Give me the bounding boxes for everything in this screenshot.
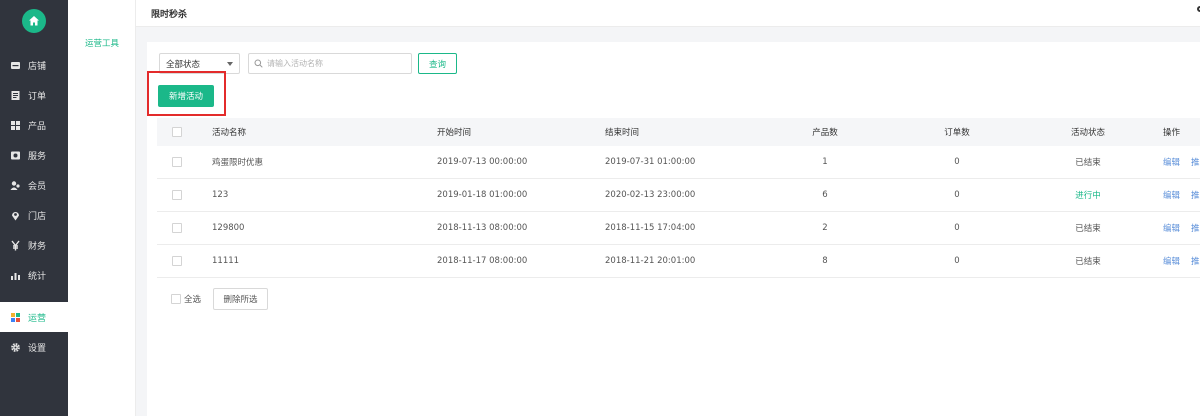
header-orders: 订单数 — [944, 128, 970, 138]
push-link[interactable]: 推 — [1191, 222, 1200, 234]
operations-icon — [10, 312, 21, 323]
sidebar-item-label: 服务 — [28, 151, 47, 162]
cell-orders: 0 — [954, 223, 960, 233]
table-row: 129800 2018-11-13 08:00:00 2018-11-15 17… — [157, 212, 1200, 245]
sidebar-item-orders[interactable]: 订单 — [0, 80, 68, 110]
search-icon — [249, 59, 267, 68]
cell-name: 123 — [212, 190, 229, 200]
edit-link[interactable]: 编辑 — [1163, 189, 1180, 201]
sidebar-item-operations[interactable]: 运营 — [0, 302, 68, 332]
sidebar-item-label: 门店 — [28, 211, 47, 222]
cell-name: 鸡蛋限时优惠 — [212, 158, 264, 168]
cell-status: 进行中 — [1075, 191, 1101, 201]
edit-link[interactable]: 编辑 — [1163, 222, 1180, 234]
add-activity-button[interactable]: 新增活动 — [158, 85, 214, 107]
cell-end: 2018-11-15 17:04:00 — [605, 223, 696, 233]
yen-icon — [10, 240, 21, 251]
sidebar-item-label: 产品 — [28, 121, 47, 132]
main-content: 全部状态 查询 新增活动 活动名称 开始时间 结束时间 产品数 订单数 活动状态… — [147, 42, 1200, 416]
stats-icon — [10, 270, 21, 281]
select-all-label[interactable]: 全选 — [184, 293, 201, 305]
sub-sidebar-item-tools[interactable]: 运营工具 — [85, 37, 119, 49]
cell-status: 已结束 — [1075, 158, 1101, 168]
top-header: 限时秒杀 — [136, 0, 1200, 27]
edit-link[interactable]: 编辑 — [1163, 156, 1180, 168]
cell-orders: 0 — [954, 190, 960, 200]
select-all-checkbox[interactable] — [171, 294, 181, 304]
row-checkbox[interactable] — [172, 157, 182, 167]
cell-end: 2020-02-13 23:00:00 — [605, 190, 696, 200]
sidebar-item-settings[interactable]: 设置 — [0, 332, 68, 362]
header-status: 活动状态 — [1070, 128, 1105, 138]
push-link[interactable]: 推 — [1191, 255, 1200, 267]
table-row: 123 2019-01-18 01:00:00 2020-02-13 23:00… — [157, 179, 1200, 212]
push-link[interactable]: 推 — [1191, 189, 1200, 201]
header-name: 活动名称 — [212, 128, 247, 138]
header-start: 开始时间 — [437, 128, 472, 138]
cell-products: 8 — [822, 256, 828, 266]
cell-products: 6 — [822, 190, 828, 200]
sidebar-item-store[interactable]: 店铺 — [0, 50, 68, 80]
row-checkbox[interactable] — [172, 190, 182, 200]
activity-table: 活动名称 开始时间 结束时间 产品数 订单数 活动状态 操作 鸡蛋限时优惠 20… — [157, 118, 1200, 278]
sidebar-item-members[interactable]: 会员 — [0, 170, 68, 200]
service-icon — [10, 150, 21, 161]
sidebar-item-label: 设置 — [28, 343, 47, 354]
table-row: 11111 2018-11-17 08:00:00 2018-11-21 20:… — [157, 245, 1200, 278]
header-products: 产品数 — [812, 128, 838, 138]
cell-status: 已结束 — [1075, 257, 1101, 267]
cell-products: 1 — [822, 157, 828, 167]
cell-products: 2 — [822, 223, 828, 233]
cell-name: 11111 — [212, 256, 240, 266]
push-link[interactable]: 推 — [1191, 156, 1200, 168]
home-icon — [29, 16, 39, 26]
cell-start: 2019-01-18 01:00:00 — [437, 190, 528, 200]
cell-orders: 0 — [954, 256, 960, 266]
member-icon — [10, 180, 21, 191]
table-footer: 全选 删除所选 — [171, 288, 269, 310]
query-button[interactable]: 查询 — [418, 53, 457, 74]
header-end: 结束时间 — [605, 128, 640, 138]
status-select-value: 全部状态 — [166, 59, 201, 70]
sidebar-item-stats[interactable]: 统计 — [0, 260, 68, 290]
location-icon — [10, 210, 21, 221]
store-icon — [10, 60, 21, 71]
sidebar-item-label: 统计 — [28, 271, 47, 282]
cell-start: 2018-11-17 08:00:00 — [437, 256, 528, 266]
delete-selected-button[interactable]: 删除所选 — [213, 288, 269, 310]
sidebar-item-label: 财务 — [28, 241, 47, 252]
order-icon — [10, 90, 21, 101]
activity-name-input[interactable] — [267, 59, 407, 68]
table-header: 活动名称 开始时间 结束时间 产品数 订单数 活动状态 操作 — [157, 118, 1200, 146]
sidebar-item-label: 订单 — [28, 91, 47, 102]
cell-start: 2019-07-13 00:00:00 — [437, 157, 528, 167]
header-checkbox[interactable] — [172, 127, 182, 137]
row-checkbox[interactable] — [172, 256, 182, 266]
sidebar-item-service[interactable]: 服务 — [0, 140, 68, 170]
cell-end: 2019-07-31 01:00:00 — [605, 157, 696, 167]
edit-link[interactable]: 编辑 — [1163, 255, 1180, 267]
cell-start: 2018-11-13 08:00:00 — [437, 223, 528, 233]
header-ops: 操作 — [1163, 128, 1181, 138]
sidebar-item-stores[interactable]: 门店 — [0, 200, 68, 230]
sub-sidebar: 运营工具 — [68, 0, 136, 416]
caret-down-icon — [227, 62, 233, 66]
cell-status: 已结束 — [1075, 224, 1101, 234]
search-box — [248, 53, 412, 74]
sidebar-item-products[interactable]: 产品 — [0, 110, 68, 140]
gear-icon — [10, 342, 21, 353]
table-row: 鸡蛋限时优惠 2019-07-13 00:00:00 2019-07-31 01… — [157, 146, 1200, 179]
sidebar-item-label: 运营 — [28, 313, 47, 324]
grid-icon — [10, 120, 21, 131]
sidebar-item-label: 会员 — [28, 181, 47, 192]
home-button[interactable] — [22, 9, 46, 33]
cell-orders: 0 — [954, 157, 960, 167]
row-checkbox[interactable] — [172, 223, 182, 233]
cell-end: 2018-11-21 20:01:00 — [605, 256, 696, 266]
sidebar-item-finance[interactable]: 财务 — [0, 230, 68, 260]
sidebar-item-label: 店铺 — [28, 61, 47, 72]
main-sidebar: 店铺 订单 产品 服务 会员 门店 财务 统计 运营 设置 — [0, 0, 68, 416]
cell-name: 129800 — [212, 223, 245, 233]
page-title: 限时秒杀 — [151, 10, 188, 20]
